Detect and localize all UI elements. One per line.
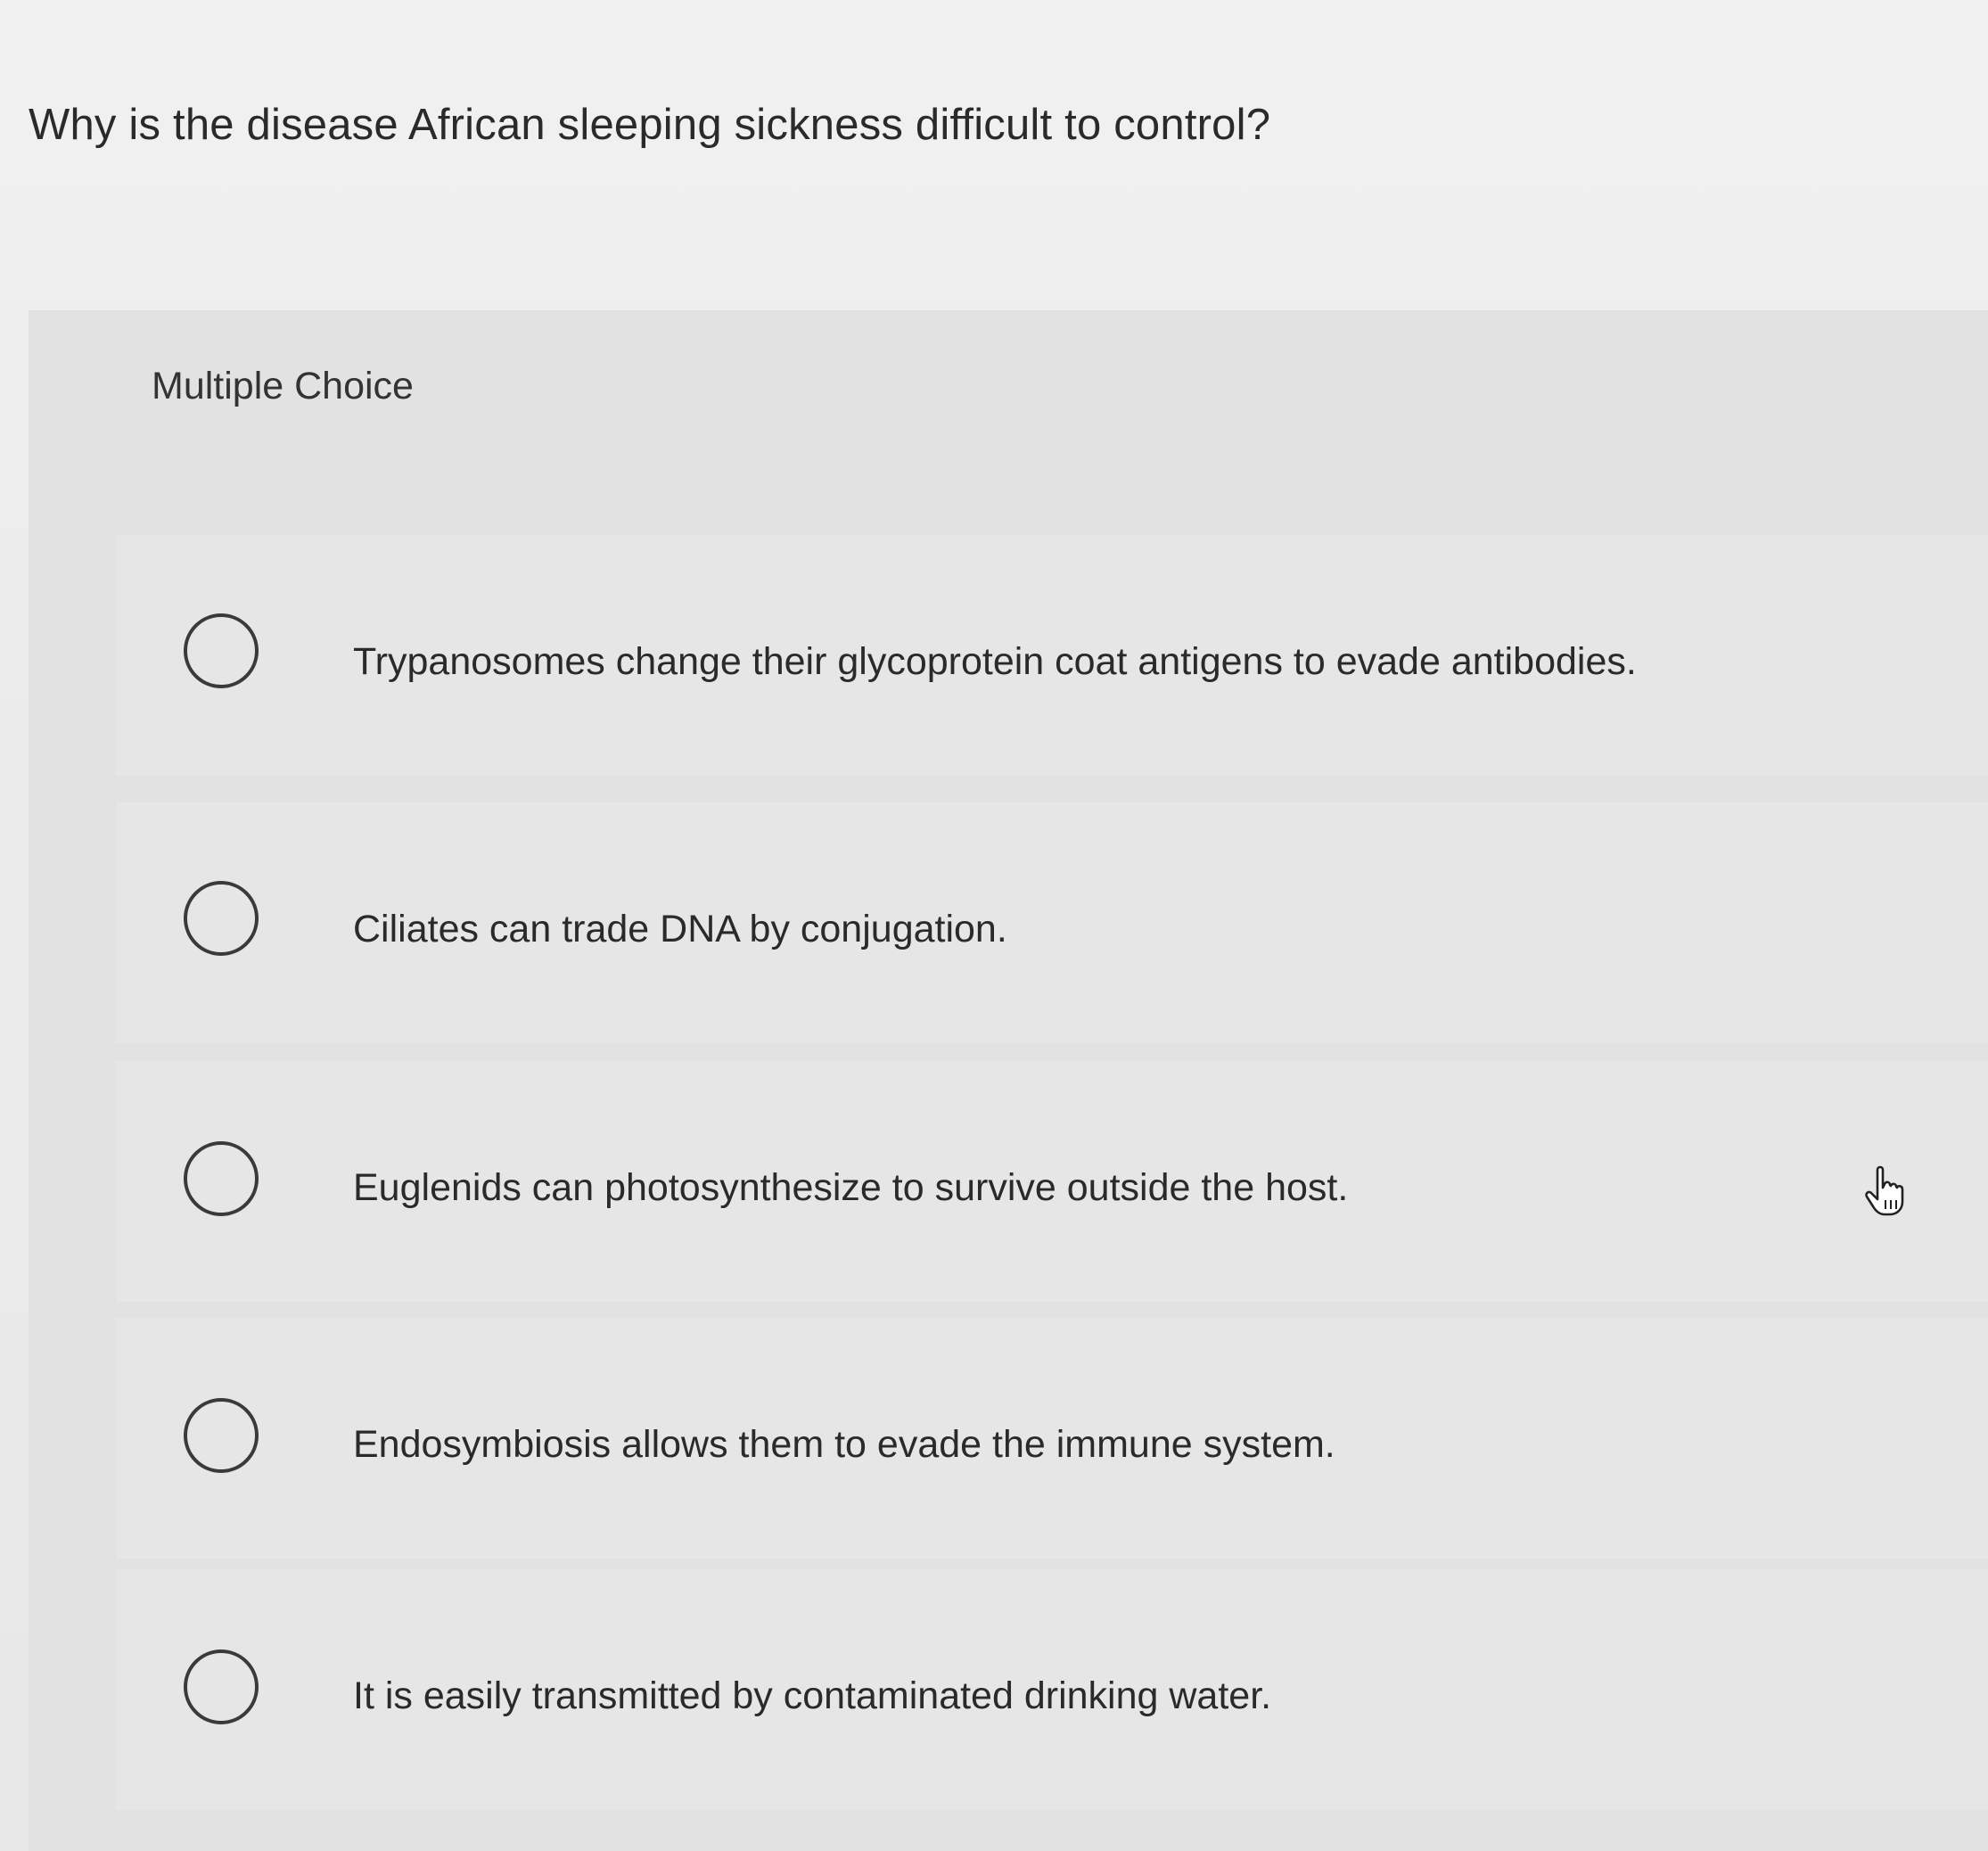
- choice-option-4[interactable]: Endosymbiosis allows them to evade the i…: [116, 1318, 1988, 1559]
- radio-unselected-icon[interactable]: [184, 1141, 259, 1216]
- choice-label-3: Euglenids can photosynthesize to survive…: [353, 1166, 1349, 1209]
- question-text: Why is the disease African sleeping sick…: [29, 101, 1271, 149]
- radio-unselected-icon[interactable]: [184, 613, 259, 688]
- radio-unselected-icon[interactable]: [184, 881, 259, 956]
- choice-label-5: It is easily transmitted by contaminated…: [353, 1674, 1272, 1717]
- choice-label-4: Endosymbiosis allows them to evade the i…: [353, 1423, 1335, 1466]
- choice-label-1: Trypanosomes change their glycoprotein c…: [353, 640, 1637, 683]
- hand-pointer-icon: [1865, 1165, 1904, 1216]
- radio-unselected-icon[interactable]: [184, 1398, 259, 1473]
- choice-option-3[interactable]: Euglenids can photosynthesize to survive…: [116, 1061, 1988, 1302]
- choice-option-5[interactable]: It is easily transmitted by contaminated…: [116, 1569, 1988, 1810]
- choice-option-2[interactable]: Ciliates can trade DNA by conjugation.: [116, 802, 1988, 1043]
- choice-label-2: Ciliates can trade DNA by conjugation.: [353, 908, 1007, 950]
- question-type-label: Multiple Choice: [152, 365, 414, 407]
- radio-unselected-icon[interactable]: [184, 1649, 259, 1724]
- choice-option-1[interactable]: Trypanosomes change their glycoprotein c…: [116, 535, 1988, 776]
